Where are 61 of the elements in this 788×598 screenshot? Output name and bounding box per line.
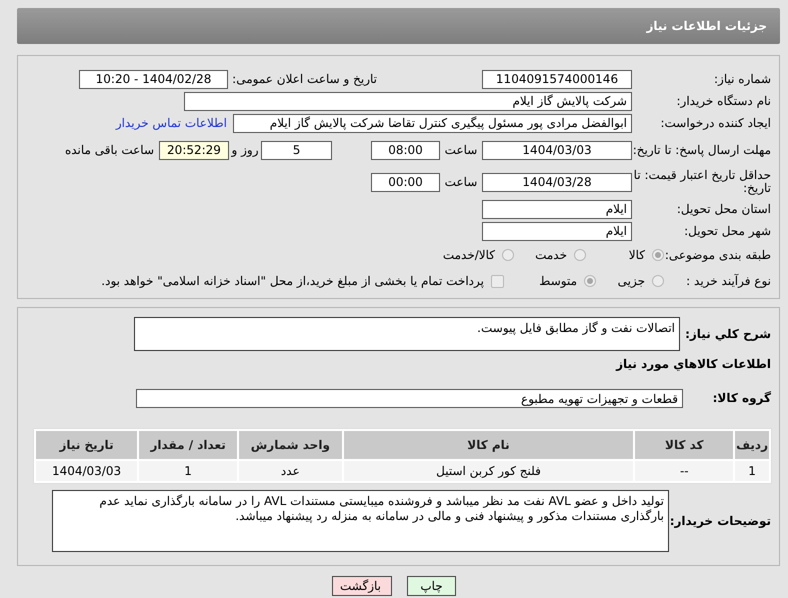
text-field[interactable]: 1404/02/28 - 10:20 — [79, 70, 228, 88]
field-label: توضیحات خریدار: — [669, 514, 771, 528]
text-field[interactable]: 00:00 — [371, 172, 440, 192]
option-label: متوسط — [539, 274, 577, 288]
radio-button[interactable] — [574, 249, 586, 261]
table-cell: فلنج کور کربن استیل — [344, 461, 634, 481]
text-field[interactable]: ابوالفضل مرادی پور مسئول پیگیری کنترل تقاضا شرکت پالایش گاز ایلام — [233, 114, 632, 132]
column-header: تعداد / مقدار — [139, 431, 238, 459]
field-label: شماره نیاز: — [713, 72, 771, 86]
text-field[interactable]: 20:52:29 — [159, 140, 229, 160]
field-label: حداقل تاریخ اعتبار قیمت: تا تاریخ: — [632, 169, 771, 195]
column-header: ردیف — [735, 431, 769, 459]
table-cell: 1 — [735, 461, 769, 481]
field-label: ساعت — [444, 176, 478, 188]
radio-button[interactable] — [584, 275, 596, 287]
field-label: روز و — [230, 144, 260, 156]
option-label: جزیی — [618, 274, 645, 288]
back-button[interactable]: بازگشت — [332, 576, 392, 596]
table-cell: -- — [635, 461, 734, 481]
table-cell: عدد — [239, 461, 342, 481]
section-title: اطلاعات کالاهاي مورد نیاز — [614, 357, 771, 373]
field-label: گروه کالا: — [712, 392, 771, 405]
field-label: نام دستگاه خریدار: — [676, 94, 771, 108]
field-label: استان محل تحویل: — [676, 202, 771, 216]
field-label: ایجاد کننده درخواست: — [659, 116, 771, 130]
text-field[interactable]: قطعات و تجهیزات تهویه مطبوع — [136, 389, 683, 408]
contact-link[interactable]: اطلاعات تماس خریدار — [116, 116, 227, 130]
text-field[interactable]: 1404/03/03 — [482, 140, 632, 160]
table-cell: 1 — [139, 461, 238, 481]
column-header: کد کالا — [635, 431, 734, 459]
field-label: ساعت — [444, 144, 478, 156]
radio-button[interactable] — [652, 249, 664, 261]
field-label: شهر محل تحویل: — [683, 224, 771, 238]
page-header: جزئیات اطلاعات نیاز — [17, 8, 780, 44]
column-header: واحد شمارش — [239, 431, 342, 459]
option-label: کالا/خدمت — [442, 248, 495, 262]
option-label: خدمت — [535, 248, 567, 262]
text-field[interactable]: 1104091574000146 — [482, 70, 632, 88]
checkbox[interactable] — [491, 274, 504, 288]
column-header: تاریخ نیاز — [36, 431, 138, 459]
text-area[interactable]: اتصالات نفت و گاز مطابق فایل پیوست. — [134, 317, 680, 351]
text-field[interactable]: 1404/03/28 — [482, 172, 632, 192]
text-area[interactable]: تولید داخل و عضو AVL نفت مد نظر میباشد و فروشنده میبایستی مستندات AVL را در سامانه بارگذاری نماید عدم بارگذاری مستندات مذکور و پیشنهاد فنی و مالی در سامانه به منزله رد پیشنهاد میباشد. — [52, 490, 669, 552]
field-label: مهلت ارسال پاسخ: تا تاریخ: — [632, 144, 771, 156]
text-field[interactable]: 08:00 — [371, 140, 440, 160]
text-field[interactable]: شرکت پالایش گاز ایلام — [184, 92, 632, 110]
text-field[interactable]: 5 — [261, 140, 332, 160]
text-field[interactable]: ایلام — [482, 222, 632, 240]
radio-button[interactable] — [652, 275, 664, 287]
field-label: طبقه بندی موضوعی: — [664, 248, 771, 262]
print-button[interactable]: چاپ — [407, 576, 456, 596]
payment-note: پرداخت تمام یا بخشی از مبلغ خرید،از محل "اسناد خزانه اسلامی" خواهد بود. — [101, 274, 484, 288]
radio-button[interactable] — [502, 249, 514, 261]
option-label: کالا — [628, 248, 645, 262]
field-label: نوع فرآیند خرید : — [685, 274, 771, 288]
field-label: شرح کلي نیاز: — [684, 328, 771, 340]
field-label: تاریخ و ساعت اعلان عمومی: — [231, 72, 377, 86]
column-header: نام کالا — [344, 431, 634, 459]
field-label: ساعت باقی مانده — [64, 144, 154, 156]
table-cell: 1404/03/03 — [36, 461, 138, 481]
text-field[interactable]: ایلام — [482, 200, 632, 218]
